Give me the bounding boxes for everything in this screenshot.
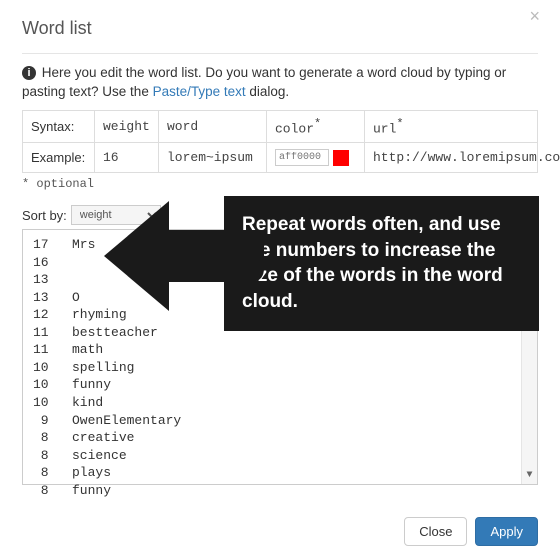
cell-word-h: word xyxy=(159,110,267,142)
cell-url-v: http://www.loremipsum.com xyxy=(365,143,538,173)
optional-note: * optional xyxy=(22,177,538,191)
annotation-arrow-icon xyxy=(104,196,264,316)
scroll-down-icon[interactable]: ▼ xyxy=(526,467,532,484)
close-icon[interactable]: × xyxy=(529,6,540,27)
cell-word-v: lorem~ipsum xyxy=(159,143,267,173)
table-row: Example: 16 lorem~ipsum http://www.lorem… xyxy=(23,143,538,173)
info-icon: i xyxy=(22,66,36,80)
table-row: Syntax: weight word color* url* xyxy=(23,110,538,142)
cell-color-h: color* xyxy=(267,110,365,142)
info-text-after: dialog. xyxy=(246,84,290,99)
modal-title: Word list xyxy=(22,18,538,39)
cell-weight-h: weight xyxy=(95,110,159,142)
cell-url-h: url* xyxy=(365,110,538,142)
color-swatch[interactable] xyxy=(333,150,349,166)
cell-color-v xyxy=(267,143,365,173)
cell-weight-v: 16 xyxy=(95,143,159,173)
info-text: i Here you edit the word list. Do you wa… xyxy=(22,64,538,102)
syntax-table: Syntax: weight word color* url* Example:… xyxy=(22,110,538,173)
cell-syntax: Syntax: xyxy=(23,110,95,142)
cell-example: Example: xyxy=(23,143,95,173)
modal-footer: Close Apply xyxy=(404,517,538,546)
color-input[interactable] xyxy=(275,149,329,166)
divider xyxy=(22,53,538,54)
paste-type-link[interactable]: Paste/Type text xyxy=(153,84,246,99)
apply-button[interactable]: Apply xyxy=(475,517,538,546)
sort-label: Sort by: xyxy=(22,208,67,223)
annotation-callout: Repeat words often, and use the numbers … xyxy=(224,196,539,331)
close-button[interactable]: Close xyxy=(404,517,467,546)
